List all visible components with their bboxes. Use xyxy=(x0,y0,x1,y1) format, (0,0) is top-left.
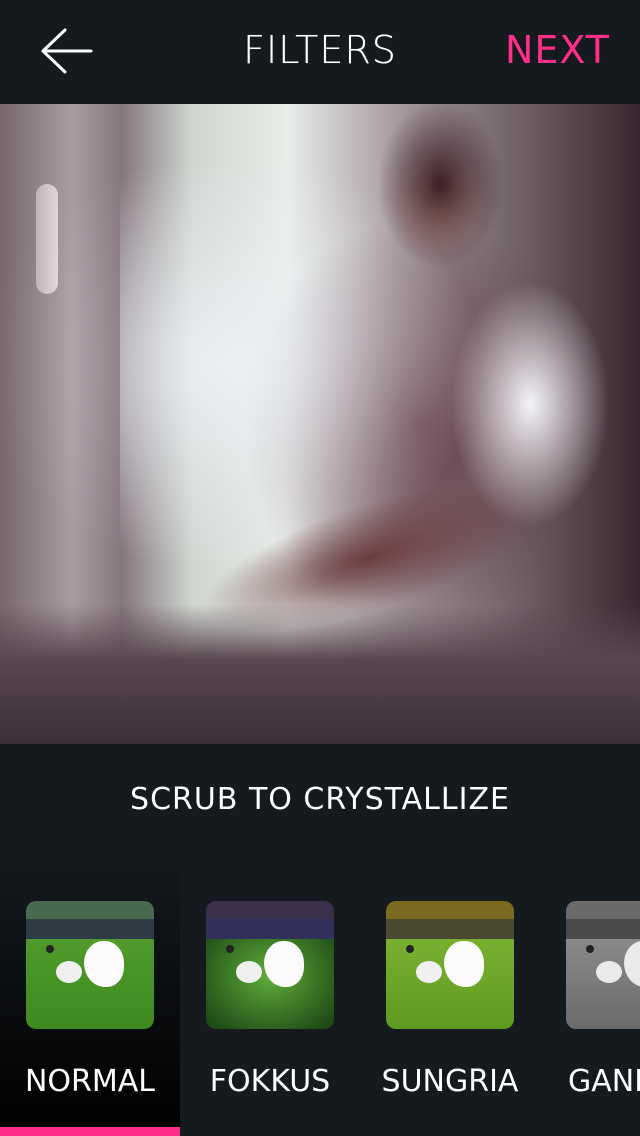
filter-thumbnail xyxy=(566,901,640,1029)
filter-label: FOKKUS xyxy=(209,1064,331,1099)
top-bar: FILTERS NEXT xyxy=(0,0,640,104)
photo-preview[interactable] xyxy=(0,104,640,744)
filter-label: GANDALF xyxy=(568,1064,640,1099)
filter-thumbnail xyxy=(26,901,154,1029)
filter-label: SUNGRIA xyxy=(381,1064,519,1099)
window-handle xyxy=(36,184,58,294)
filter-normal[interactable]: NORMAL xyxy=(0,854,180,1136)
next-button[interactable]: NEXT xyxy=(505,28,610,72)
filter-fokkus[interactable]: FOKKUS xyxy=(180,854,360,1136)
photo-figure xyxy=(380,104,640,624)
filter-thumbnail xyxy=(206,901,334,1029)
scrub-caption: SCRUB TO CRYSTALLIZE xyxy=(130,781,510,817)
filter-label: NORMAL xyxy=(24,1064,156,1099)
photo-blanket xyxy=(0,604,640,744)
selected-indicator xyxy=(0,1127,180,1136)
filter-gandalf[interactable]: GANDALF xyxy=(540,854,640,1136)
filter-sungria[interactable]: SUNGRIA xyxy=(360,854,540,1136)
filter-strip[interactable]: NORMAL FOKKUS SUNGRIA GANDALF xyxy=(0,854,640,1136)
filter-thumbnail xyxy=(386,901,514,1029)
